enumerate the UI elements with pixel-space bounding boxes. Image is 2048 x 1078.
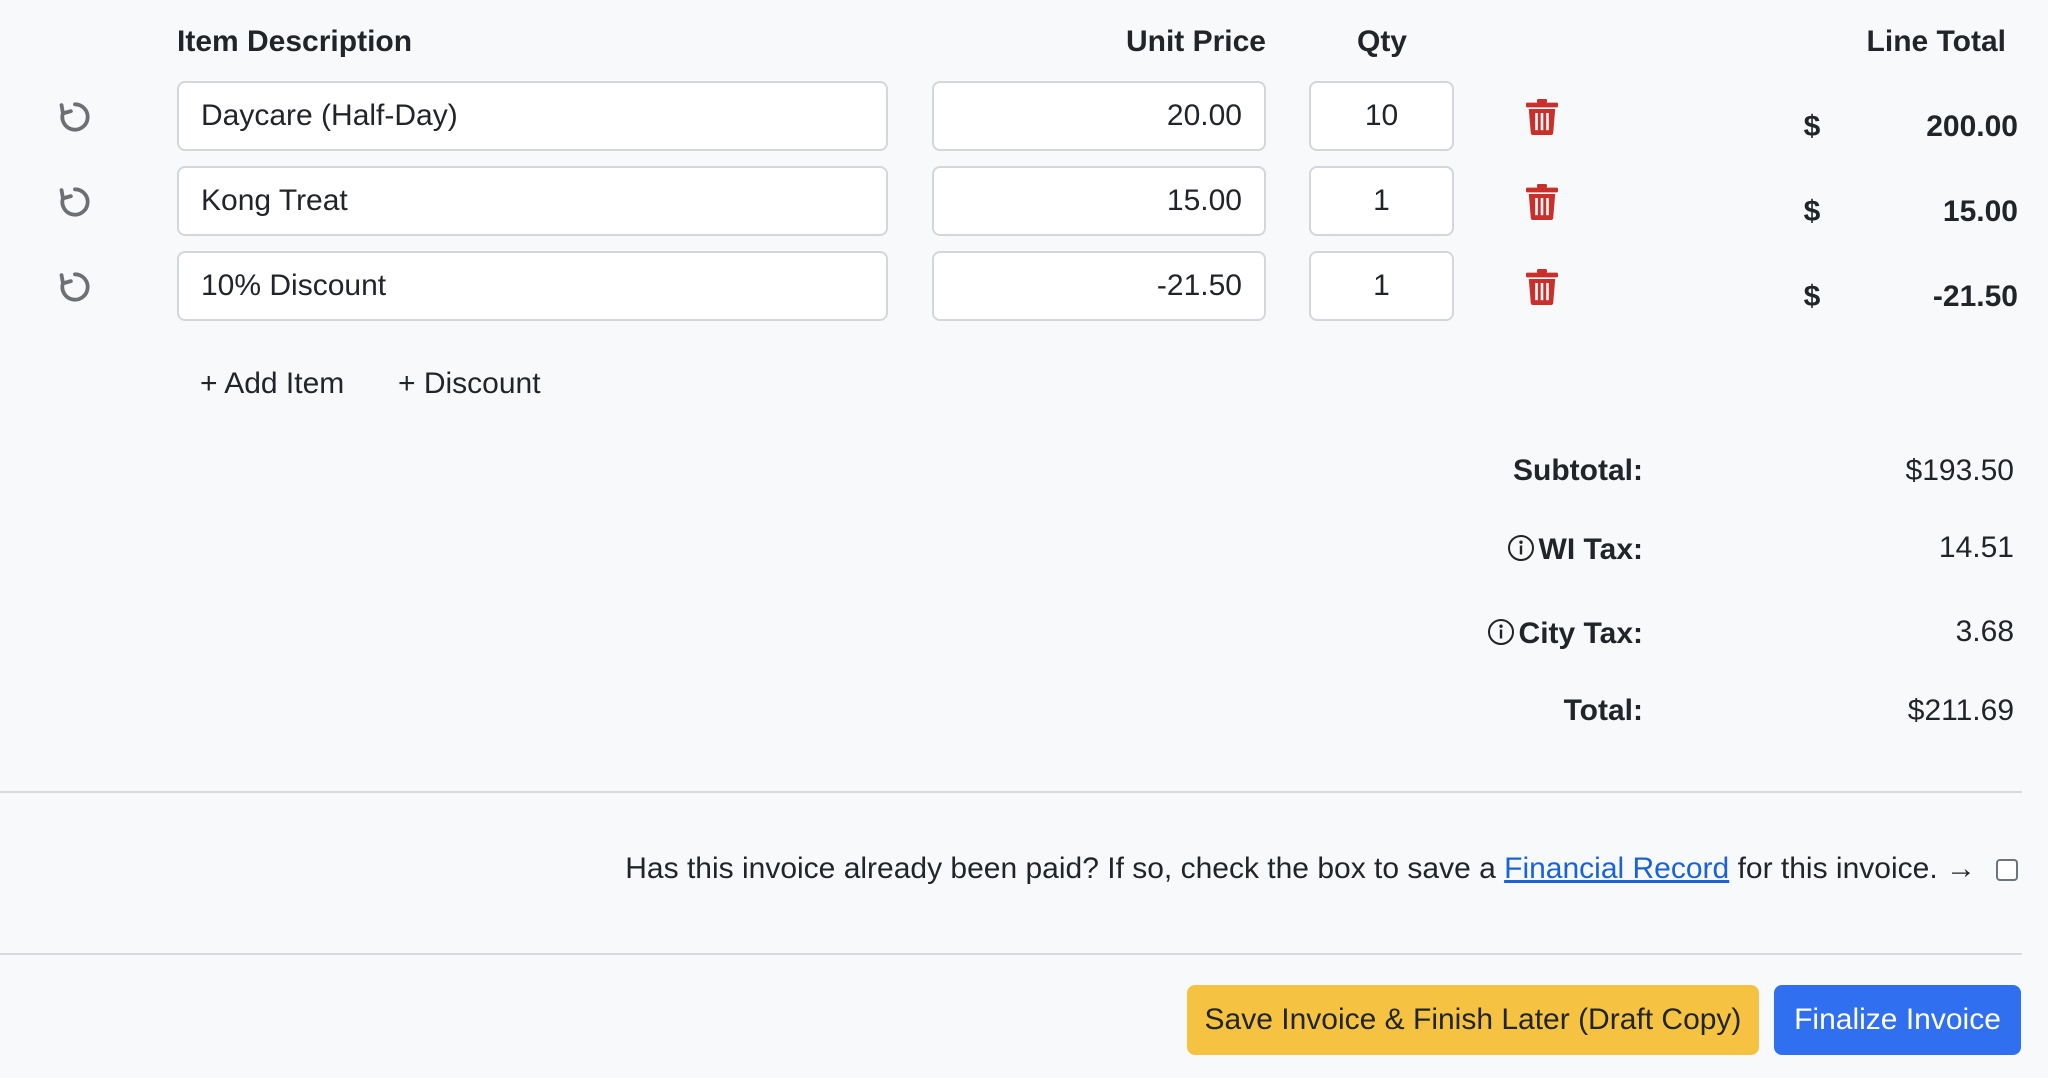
city-tax-value: 3.68 [1955,615,2014,648]
wi-tax-value: 14.51 [1938,531,2014,564]
wi-tax-label-row: WI Tax: [1507,533,1643,567]
financial-record-link[interactable]: Financial Record [1504,852,1729,885]
header-qty: Qty [1356,25,1407,58]
total-label: Total: [1563,694,1643,727]
paid-question: Has this invoice already been paid? If s… [625,852,1976,886]
paid-question-text: Has this invoice already been paid? If s… [625,852,1505,885]
currency-symbol: $ [1803,280,1821,313]
info-icon[interactable] [1487,618,1515,646]
header-item-description: Item Description [177,25,413,58]
subtotal-label: Subtotal: [1513,454,1643,487]
reset-icon[interactable] [56,268,94,306]
trash-icon[interactable] [1526,184,1558,220]
qty-input[interactable]: 1 [1309,166,1454,236]
reset-icon[interactable] [56,98,94,136]
reset-icon[interactable] [56,183,94,221]
add-item-button[interactable]: + Add Item [200,367,344,401]
qty-input[interactable]: 1 [1309,251,1454,321]
info-icon[interactable] [1507,534,1535,562]
unit-price-input[interactable]: 15.00 [932,166,1266,236]
paid-checkbox[interactable] [1996,859,2018,881]
header-unit-price: Unit Price [1125,25,1266,58]
add-discount-button[interactable]: + Discount [398,367,541,401]
divider [0,953,2022,955]
city-tax-label: City Tax: [1518,617,1643,650]
trash-icon[interactable] [1526,269,1558,305]
currency-symbol: $ [1803,110,1821,143]
invoice-line-items-page: Item Description Unit Price Qty Line Tot… [0,0,2048,1078]
line-total-value: 15.00 [1942,195,2018,228]
item-description-input[interactable]: Kong Treat [177,166,888,236]
subtotal-value: $193.50 [1905,454,2014,487]
divider [0,791,2022,793]
unit-price-input[interactable]: 20.00 [932,81,1266,151]
line-total-value: 200.00 [1926,110,2018,143]
item-description-input[interactable]: 10% Discount [177,251,888,321]
line-total-value: -21.50 [1932,280,2018,313]
unit-price-input[interactable]: -21.50 [932,251,1266,321]
save-draft-button[interactable]: Save Invoice & Finish Later (Draft Copy) [1187,985,1759,1055]
city-tax-label-row: City Tax: [1487,617,1643,651]
finalize-invoice-button[interactable]: Finalize Invoice [1774,985,2021,1055]
qty-input[interactable]: 10 [1309,81,1454,151]
trash-icon[interactable] [1526,99,1558,135]
total-value: $211.69 [1907,694,2014,727]
header-line-total: Line Total [1866,25,2006,58]
paid-question-text-end: for this invoice. → [1729,852,1976,885]
wi-tax-label: WI Tax: [1538,533,1643,566]
item-description-input[interactable]: Daycare (Half-Day) [177,81,888,151]
currency-symbol: $ [1803,195,1821,228]
